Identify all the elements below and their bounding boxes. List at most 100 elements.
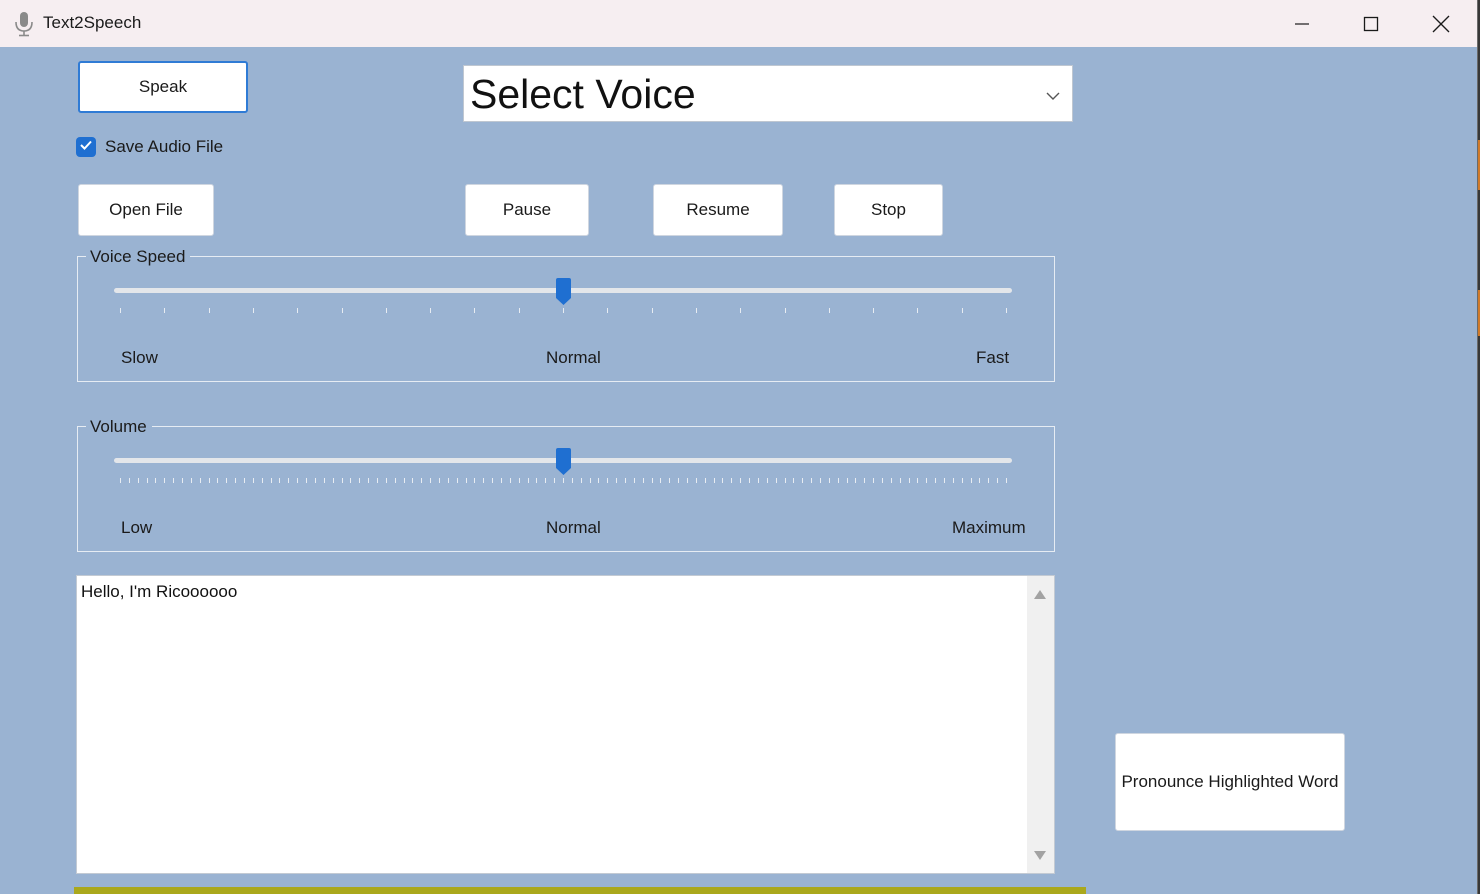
slider-tick [492, 478, 494, 483]
slider-tick [837, 478, 839, 483]
slider-tick [465, 478, 467, 483]
slider-tick [722, 478, 724, 483]
slider-tick [908, 478, 910, 483]
slider-tick [757, 478, 759, 483]
slider-tick [563, 308, 564, 313]
slider-tick [917, 478, 919, 483]
slider-tick [244, 478, 246, 483]
slider-tick [403, 478, 405, 483]
slider-tick [651, 478, 653, 483]
slider-tick [873, 478, 875, 483]
slider-tick [474, 478, 476, 483]
slider-tick [385, 308, 387, 313]
slider-tick [297, 308, 299, 313]
resume-button[interactable]: Resume [653, 184, 783, 236]
slider-tick [979, 478, 981, 483]
vertical-scrollbar[interactable] [1027, 576, 1054, 873]
slider-tick [890, 478, 892, 483]
slider-tick [385, 478, 387, 483]
text-input-area[interactable]: Hello, I'm Ricoooooo [76, 575, 1055, 874]
volume-max-label: Maximum [952, 518, 1026, 537]
slider-tick [864, 478, 866, 483]
slider-tick [651, 308, 653, 313]
slider-tick [120, 308, 121, 313]
scroll-down-arrow-icon[interactable] [1034, 847, 1046, 865]
minimize-button[interactable] [1267, 0, 1337, 47]
maximize-icon [1363, 16, 1379, 32]
slider-tick [616, 478, 618, 483]
slider-tick [970, 478, 972, 483]
voice-speed-slider-thumb[interactable] [555, 278, 572, 306]
slider-tick [855, 478, 857, 483]
slider-tick [341, 308, 343, 313]
slider-tick [536, 478, 538, 483]
slider-tick [766, 478, 768, 483]
slider-tick [784, 308, 786, 313]
save-audio-checkbox[interactable] [76, 137, 96, 157]
slider-tick [943, 478, 945, 483]
voice-select[interactable]: Select Voice [463, 65, 1073, 122]
slider-tick [713, 478, 715, 483]
slider-tick [749, 478, 751, 483]
slider-tick [1006, 478, 1007, 483]
slider-tick [199, 478, 201, 483]
slider-tick [687, 478, 689, 483]
slider-tick [341, 478, 343, 483]
volume-slider-thumb[interactable] [555, 448, 572, 476]
slider-tick [235, 478, 237, 483]
slider-tick [306, 478, 308, 483]
slider-tick [607, 308, 609, 313]
speak-button[interactable]: Speak [78, 61, 248, 113]
slider-tick [695, 308, 697, 313]
voice-speed-ticks [120, 308, 1007, 314]
scroll-up-arrow-icon[interactable] [1034, 586, 1046, 604]
slider-tick [288, 478, 290, 483]
slider-tick [270, 478, 272, 483]
slider-tick [961, 308, 963, 313]
slider-tick [376, 478, 378, 483]
slider-tick [784, 478, 786, 483]
open-file-button[interactable]: Open File [78, 184, 214, 236]
slider-tick [704, 478, 706, 483]
slider-tick [261, 478, 263, 483]
slider-tick [182, 478, 184, 483]
volume-group: Volume Low Normal Maximum [77, 417, 1055, 552]
slider-tick [483, 478, 485, 483]
maximize-button[interactable] [1336, 0, 1406, 47]
save-audio-label: Save Audio File [105, 137, 224, 156]
slider-tick [545, 478, 547, 483]
slider-tick [793, 478, 795, 483]
slider-tick [350, 478, 352, 483]
slider-tick [678, 478, 680, 483]
slider-tick [873, 308, 875, 313]
pause-button[interactable]: Pause [465, 184, 589, 236]
slider-tick [952, 478, 954, 483]
app-window: Text2Speech Speak Select Voice Save Audi [0, 0, 1478, 894]
slider-tick [208, 478, 210, 483]
slider-tick [173, 478, 175, 483]
slider-tick [412, 478, 414, 483]
bottom-edge-bar [74, 887, 1086, 894]
slider-tick [456, 478, 458, 483]
chevron-down-icon [1046, 88, 1060, 106]
slider-tick [846, 478, 848, 483]
slider-tick [128, 478, 130, 483]
slider-tick [554, 478, 556, 483]
pronounce-highlighted-word-button[interactable]: Pronounce Highlighted Word [1115, 733, 1345, 831]
slider-tick [669, 478, 671, 483]
stop-button[interactable]: Stop [834, 184, 943, 236]
voice-speed-mid-label: Normal [546, 348, 601, 367]
volume-ticks [120, 478, 1007, 484]
slider-tick [190, 478, 192, 483]
slider-tick [997, 478, 999, 483]
slider-tick [740, 478, 742, 483]
slider-tick [917, 308, 919, 313]
slider-tick [474, 308, 476, 313]
close-icon [1432, 15, 1450, 33]
slider-tick [926, 478, 928, 483]
slider-tick [314, 478, 316, 483]
slider-tick [518, 308, 520, 313]
slider-tick [828, 308, 830, 313]
close-button[interactable] [1406, 0, 1476, 47]
slider-tick [580, 478, 582, 483]
